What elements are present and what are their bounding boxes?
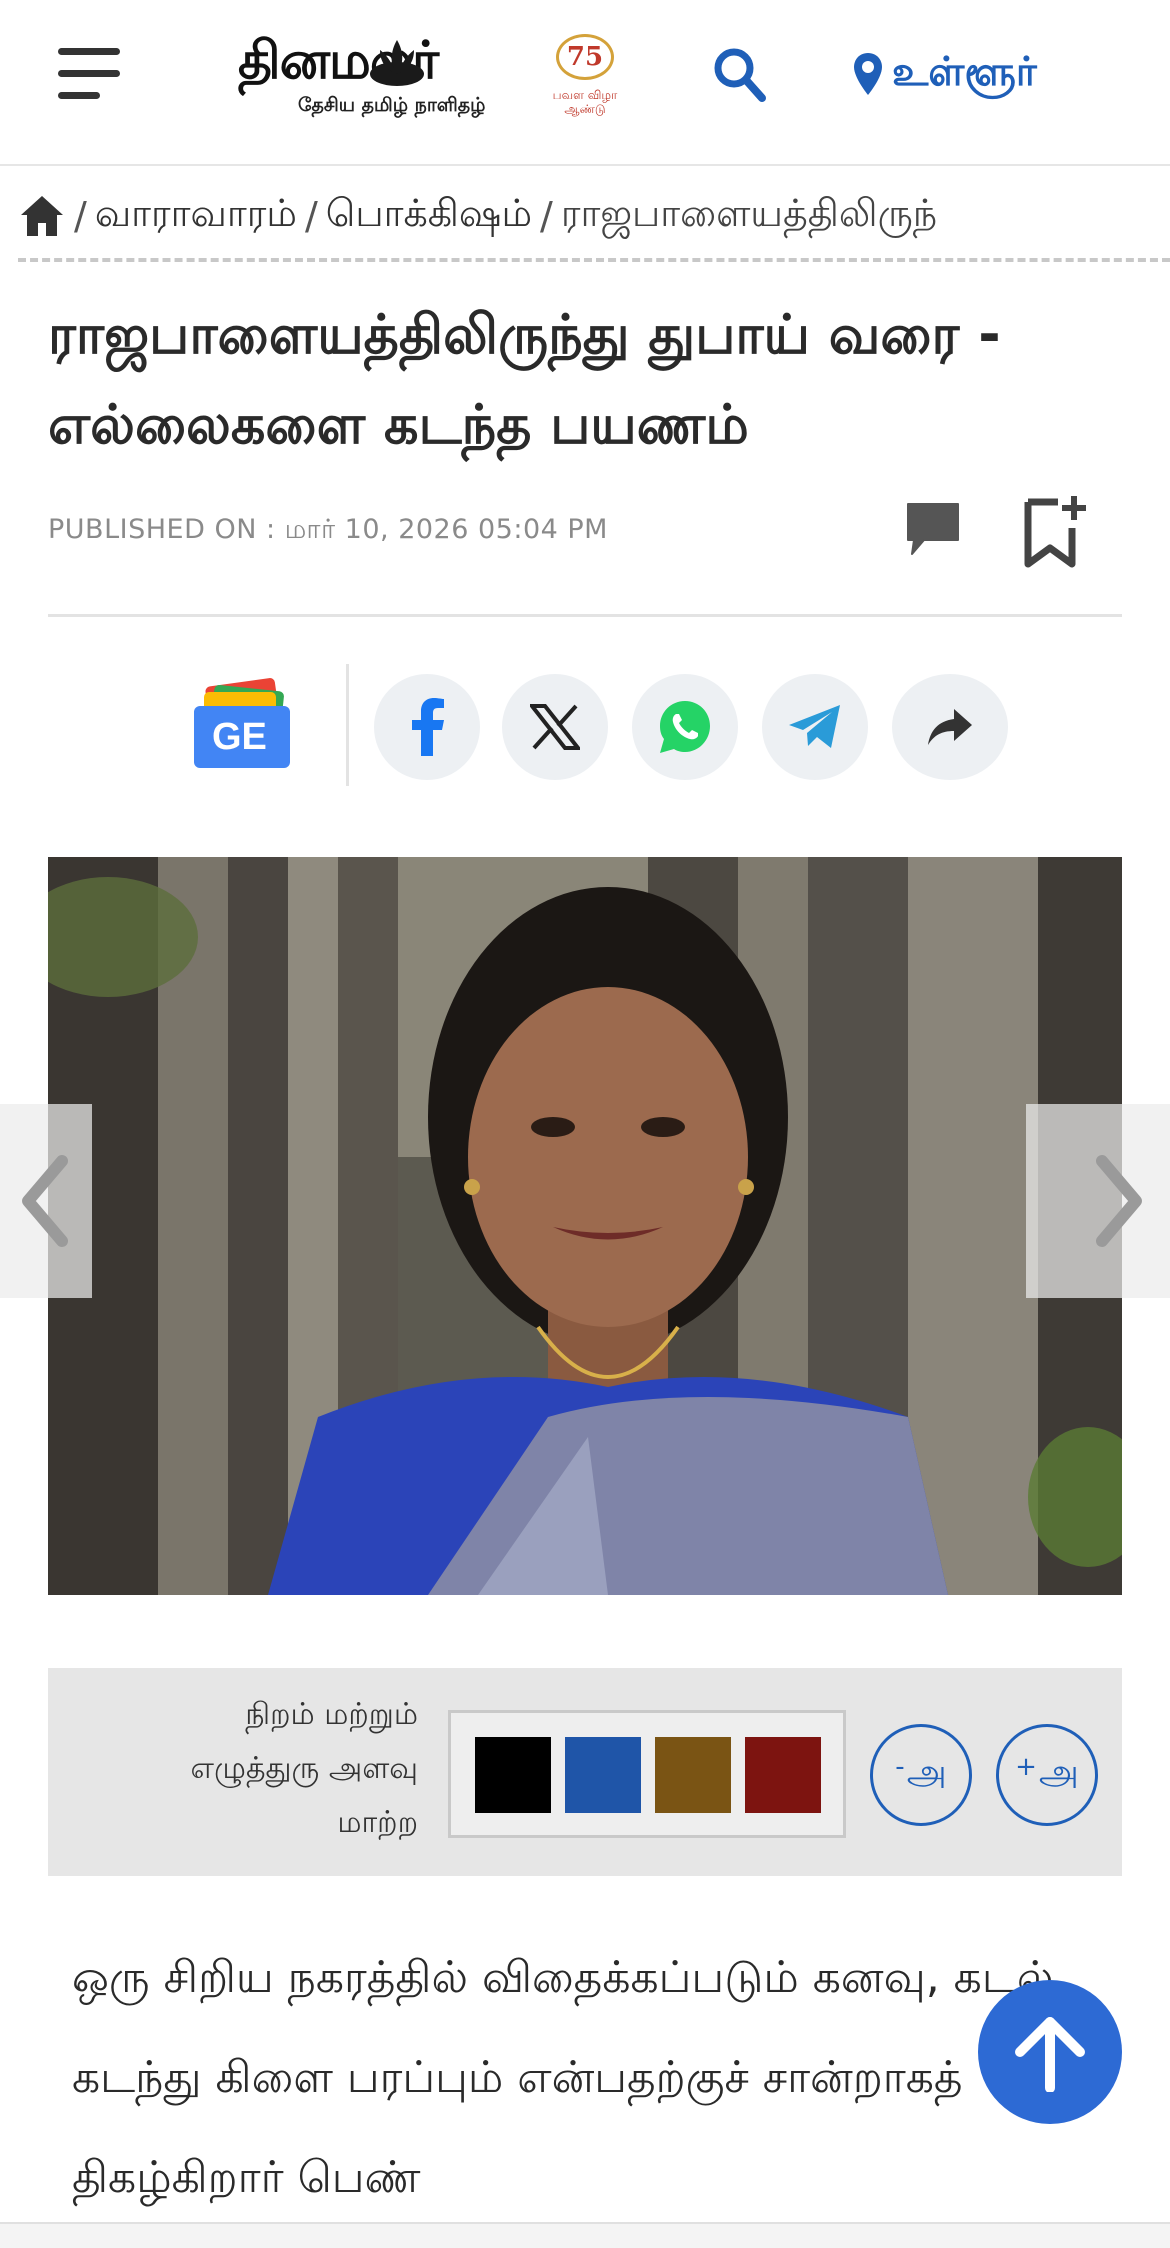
facebook-share-button[interactable]: [374, 674, 480, 780]
image-next-button[interactable]: [1026, 1104, 1170, 1298]
breadcrumb-item-varavaram[interactable]: வாராவாரம்: [95, 191, 297, 241]
image-prev-button[interactable]: [0, 1104, 92, 1298]
lotus-logo-icon: [370, 40, 424, 86]
comment-icon[interactable]: [902, 498, 964, 560]
share-divider: [346, 664, 349, 786]
bottom-bar: [0, 2222, 1170, 2248]
telegram-icon: [789, 705, 840, 748]
site-header: தினமலர் தேசிய தமிழ் நாளிதழ் 75 பவள விழா …: [0, 0, 1170, 166]
search-icon[interactable]: [710, 42, 770, 108]
breadcrumb-separator: /: [540, 194, 553, 238]
article-photo-woman: [48, 857, 1122, 1595]
increase-label: அ: [1038, 1752, 1079, 1793]
increase-sign: +: [1015, 1752, 1037, 1782]
scroll-to-top-button[interactable]: [978, 1980, 1122, 2124]
article-body: ஒரு சிறிய நகரத்தில் விதைக்கப்படும் கனவு,…: [72, 1952, 1054, 2203]
font-color-controls: நிறம் மற்றும் எழுத்துரு அளவு மாற்ற -அ + அ: [48, 1668, 1122, 1876]
breadcrumb-separator: /: [74, 194, 87, 238]
title-divider: [48, 614, 1122, 617]
decrease-sign: -: [895, 1752, 905, 1782]
google-news-badge: GE: [212, 716, 267, 758]
article-title: ராஜபாளையத்திலிருந்து துபாய் வரை - எல்லைக…: [48, 303, 1001, 456]
whatsapp-icon: [660, 701, 710, 753]
bookmark-add-icon[interactable]: [1022, 492, 1088, 570]
decrease-label: அ: [906, 1752, 947, 1793]
color-swatch-red[interactable]: [745, 1737, 821, 1813]
menu-line: [58, 70, 120, 77]
menu-line: [58, 48, 120, 55]
google-news-icon[interactable]: GE: [190, 678, 298, 772]
share-forward-icon: [928, 709, 972, 745]
breadcrumb-item-current: ராஜபாளையத்திலிருந்: [560, 191, 938, 235]
font-controls-label: நிறம் மற்றும் எழுத்துரு அளவு மாற்ற: [190, 1697, 418, 1840]
logo-subtitle: தேசிய தமிழ் நாளிதழ்: [298, 94, 486, 116]
menu-line: [58, 92, 100, 99]
home-icon[interactable]: [18, 193, 66, 239]
hamburger-icon[interactable]: [58, 46, 120, 102]
breadcrumb-item-pokkisham[interactable]: பொக்கிஷம்: [326, 191, 532, 241]
breadcrumb-separator: /: [304, 194, 318, 238]
anniversary-badge: 75: [556, 34, 614, 80]
location-label: உள்ளூர்: [892, 48, 1037, 95]
location-selector[interactable]: உள்ளூர்: [852, 44, 1037, 104]
x-icon: [530, 704, 580, 750]
arrow-up-icon: [1015, 2017, 1085, 2092]
site-logo[interactable]: தினமலர் தேசிய தமிழ் நாளிதழ் 75 பவள விழா …: [238, 30, 618, 122]
color-swatch-brown[interactable]: [655, 1737, 731, 1813]
color-swatch-black[interactable]: [475, 1737, 551, 1813]
published-date: PUBLISHED ON : மார் 10, 2026 05:04 PM: [48, 514, 608, 545]
facebook-icon: [412, 698, 444, 756]
more-share-button[interactable]: [892, 674, 1008, 780]
anniversary-subtitle: பவள விழா ஆண்டு: [552, 88, 618, 116]
breadcrumb-divider: [18, 258, 1170, 262]
chevron-right-icon: [1096, 1155, 1142, 1247]
location-pin-icon: [854, 53, 882, 95]
color-swatch-blue[interactable]: [565, 1737, 641, 1813]
x-share-button[interactable]: [502, 674, 608, 780]
telegram-share-button[interactable]: [762, 674, 868, 780]
whatsapp-share-button[interactable]: [632, 674, 738, 780]
font-increase-button[interactable]: + அ: [996, 1724, 1098, 1826]
color-swatch-group: [448, 1710, 846, 1838]
chevron-left-icon: [22, 1155, 68, 1247]
breadcrumb: / வாராவாரம் / பொக்கிஷம் / ராஜபாளையத்திலி…: [18, 176, 1170, 256]
font-decrease-button[interactable]: -அ: [870, 1724, 972, 1826]
article-image[interactable]: [48, 857, 1122, 1595]
